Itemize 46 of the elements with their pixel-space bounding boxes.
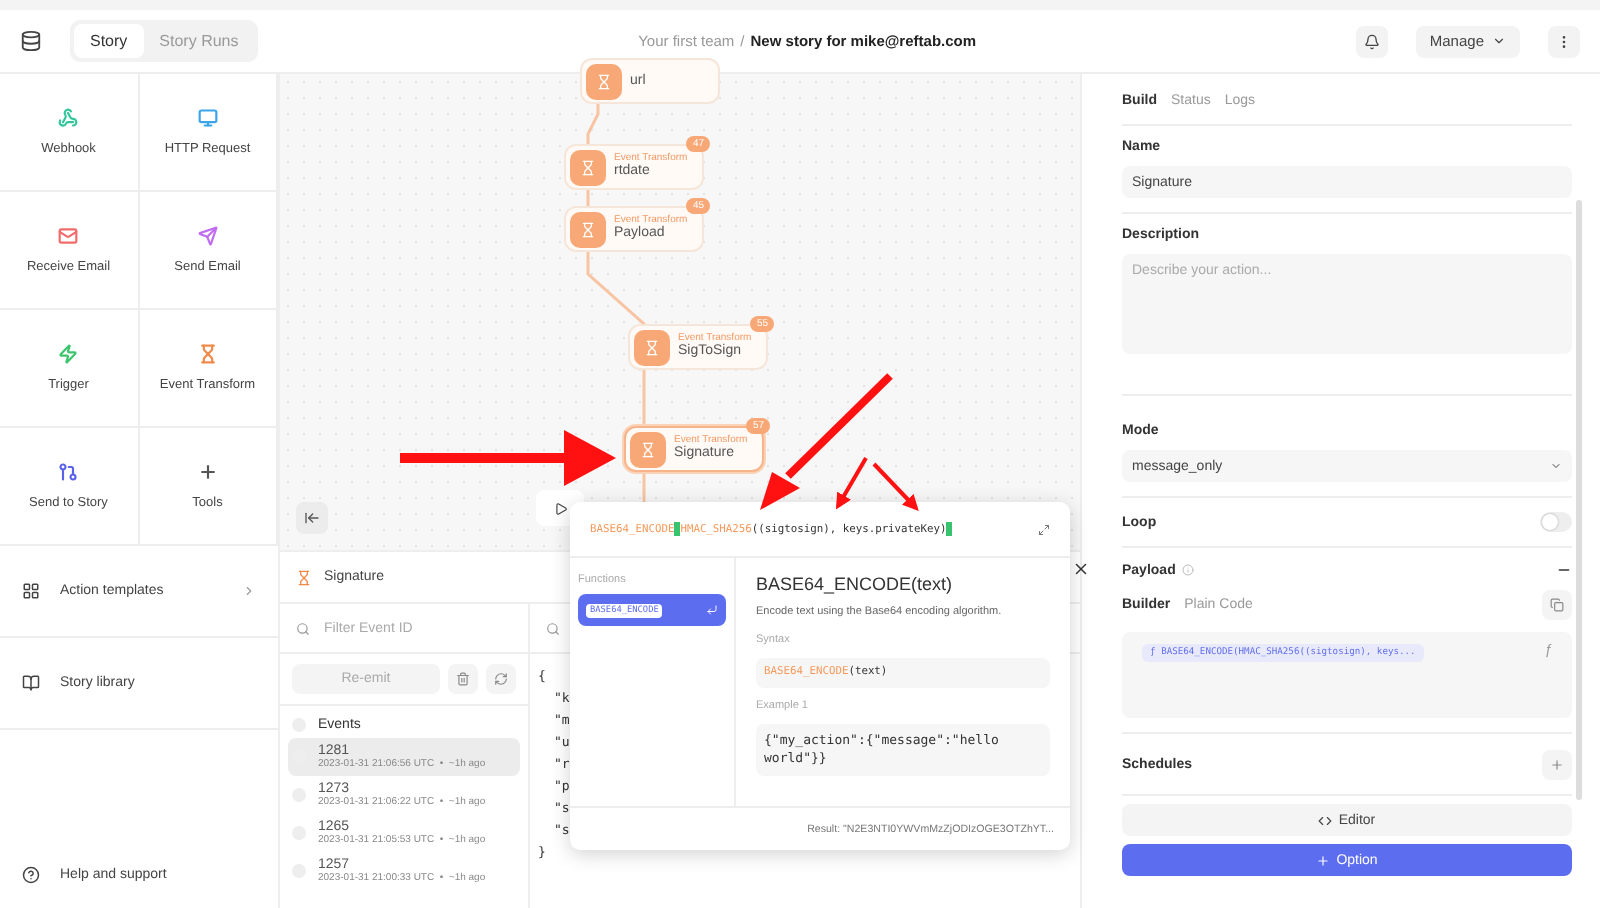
copy-button[interactable] xyxy=(1542,590,1572,620)
view-tab[interactable]: Story xyxy=(74,24,144,58)
plus-icon xyxy=(1316,853,1331,867)
collapse-icon xyxy=(304,510,320,526)
hourglass-icon xyxy=(586,63,622,99)
bell-icon xyxy=(1363,33,1380,49)
search-icon xyxy=(296,621,310,635)
more-button[interactable] xyxy=(1548,25,1580,57)
info-icon xyxy=(1181,564,1194,576)
enter-icon xyxy=(706,604,718,616)
loop-toggle[interactable] xyxy=(1540,512,1572,532)
send-icon xyxy=(197,226,218,246)
function-title: BASE64_ENCODE(text) xyxy=(756,574,955,594)
search-icon xyxy=(546,621,560,635)
caret-icon xyxy=(1492,34,1506,48)
hourglass-icon xyxy=(570,149,606,185)
copy-icon xyxy=(1550,598,1564,612)
hourglass-icon xyxy=(630,431,666,467)
hourglass-icon xyxy=(296,569,312,585)
delete-button[interactable] xyxy=(448,664,478,694)
grid-icon xyxy=(22,582,40,600)
play-icon xyxy=(553,501,567,515)
database-icon[interactable] xyxy=(20,30,42,52)
close-icon[interactable] xyxy=(1072,560,1090,578)
collapse-button[interactable] xyxy=(296,502,328,534)
code-icon xyxy=(1318,813,1333,827)
caret-icon xyxy=(1550,460,1562,472)
refresh-icon xyxy=(494,672,508,686)
chevron-icon xyxy=(242,584,256,598)
envelope-icon xyxy=(58,226,79,246)
plus-icon xyxy=(1550,758,1564,772)
hourglass-icon xyxy=(570,211,606,247)
branch-icon xyxy=(58,462,79,482)
webhook-icon xyxy=(58,108,79,128)
notification-button[interactable] xyxy=(1355,25,1388,57)
trash-icon xyxy=(456,672,470,686)
plus-icon xyxy=(197,462,218,482)
scrollbar[interactable] xyxy=(1576,200,1582,800)
refresh-button[interactable] xyxy=(486,664,516,694)
add-schedule-button[interactable] xyxy=(1542,750,1572,780)
help-icon xyxy=(22,866,40,884)
book-icon xyxy=(22,674,40,692)
hourglass-icon xyxy=(634,329,670,365)
lightning-icon xyxy=(58,344,79,364)
monitor-icon xyxy=(197,108,218,128)
hourglass-icon xyxy=(197,344,218,364)
